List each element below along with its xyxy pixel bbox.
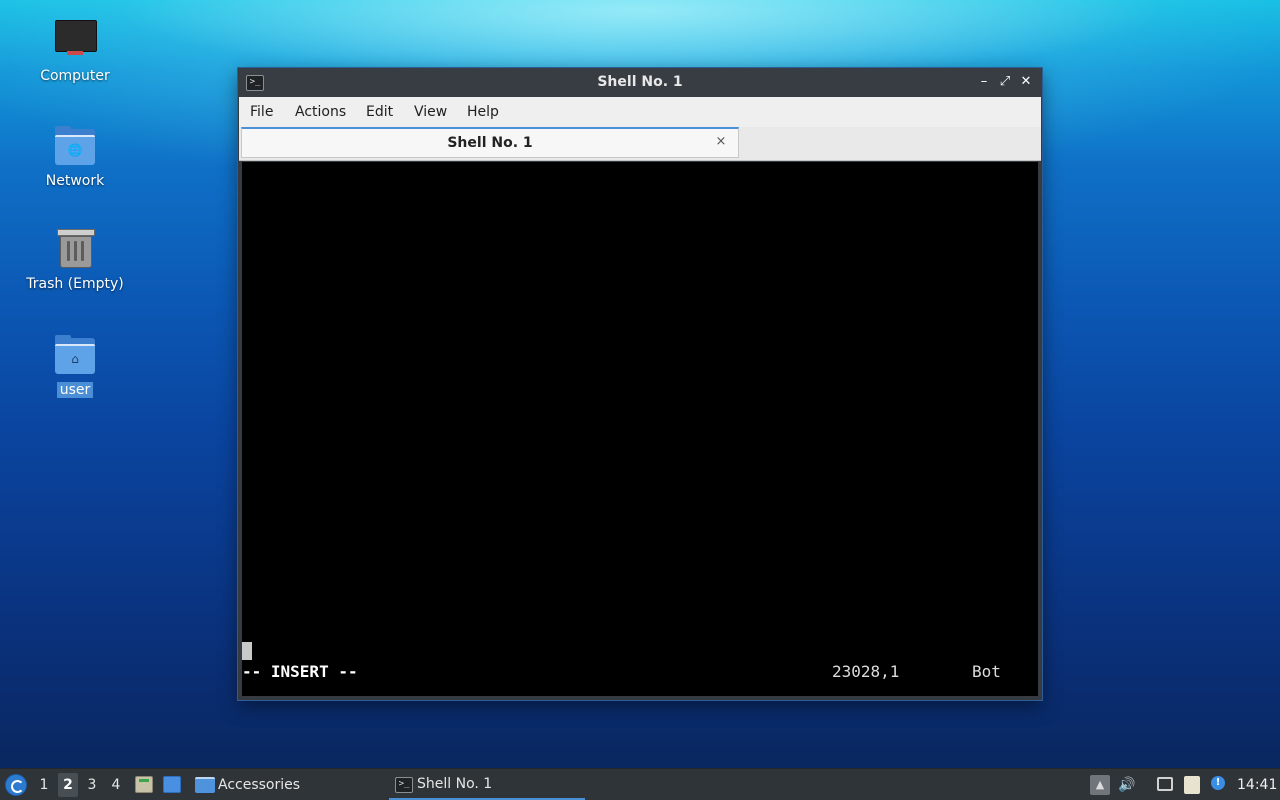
clock[interactable]: 14:41 [1237, 769, 1277, 800]
menu-file[interactable]: File [250, 97, 273, 127]
network-folder-icon: 🌐 [53, 123, 97, 167]
tab-close-icon[interactable]: × [712, 133, 730, 151]
start-menu-icon[interactable] [5, 774, 27, 796]
workspace-4[interactable]: 4 [106, 773, 126, 797]
vim-cursor-position: 23028,1 [832, 662, 900, 681]
update-notifier-icon[interactable]: ! [1211, 776, 1225, 790]
trash-icon [53, 226, 97, 270]
close-button[interactable]: ✕ [1017, 73, 1035, 91]
menu-edit[interactable]: Edit [366, 97, 393, 127]
tab-shell-1[interactable]: Shell No. 1 × [241, 127, 739, 158]
task-button-label: Shell No. 1 [417, 776, 493, 792]
volume-icon[interactable]: 🔊 [1117, 775, 1137, 795]
desktop-icon-label: Computer [40, 68, 110, 84]
file-manager-icon[interactable] [135, 776, 153, 793]
desktop-icon-user[interactable]: ⌂ user [20, 332, 130, 398]
workspace-3[interactable]: 3 [82, 773, 102, 797]
show-desktop-icon[interactable] [163, 776, 181, 793]
menu-help[interactable]: Help [467, 97, 499, 127]
terminal-area[interactable]: -- INSERT -- 23028,1 Bot [242, 162, 1038, 696]
taskbar: 1 2 3 4 Accessories >_ Shell No. 1 ▲ 🔊 !… [0, 768, 1280, 800]
tab-bar: Shell No. 1 × [239, 127, 1041, 161]
desktop-icon-network[interactable]: 🌐 Network [20, 123, 130, 189]
home-folder-icon: ⌂ [53, 332, 97, 376]
text-cursor [242, 642, 252, 660]
desktop-icon-trash[interactable]: Trash (Empty) [20, 226, 130, 292]
desktop-icon-computer[interactable]: Computer [20, 18, 130, 84]
clipboard-icon[interactable] [1184, 776, 1200, 794]
terminal-app-icon: >_ [395, 777, 413, 793]
window-title: Shell No. 1 [597, 74, 683, 90]
network-icon[interactable] [1157, 777, 1173, 791]
desktop-icon-label: Network [45, 173, 105, 189]
window-titlebar[interactable]: >_ Shell No. 1 – ⤢ ✕ [238, 68, 1042, 97]
folder-icon[interactable] [195, 777, 215, 793]
minimize-button[interactable]: – [975, 73, 993, 91]
tab-label: Shell No. 1 [447, 135, 533, 151]
desktop-icon-label: user [56, 382, 94, 398]
vim-scroll-position: Bot [972, 662, 1001, 681]
eject-icon[interactable]: ▲ [1090, 775, 1110, 795]
menubar: File Actions Edit View Help [239, 97, 1041, 127]
computer-icon [53, 18, 97, 62]
vim-mode-indicator: -- INSERT -- [242, 662, 358, 681]
desktop-icon-label: Trash (Empty) [26, 276, 124, 292]
menu-actions[interactable]: Actions [295, 97, 346, 127]
workspace-1[interactable]: 1 [34, 773, 54, 797]
workspace-2[interactable]: 2 [58, 773, 78, 797]
menu-view[interactable]: View [414, 97, 447, 127]
terminal-window: >_ Shell No. 1 – ⤢ ✕ File Actions Edit V… [238, 68, 1042, 700]
places-menu-label[interactable]: Accessories [218, 769, 300, 800]
task-button-shell[interactable]: >_ Shell No. 1 [389, 769, 585, 800]
maximize-button[interactable]: ⤢ [996, 73, 1014, 91]
